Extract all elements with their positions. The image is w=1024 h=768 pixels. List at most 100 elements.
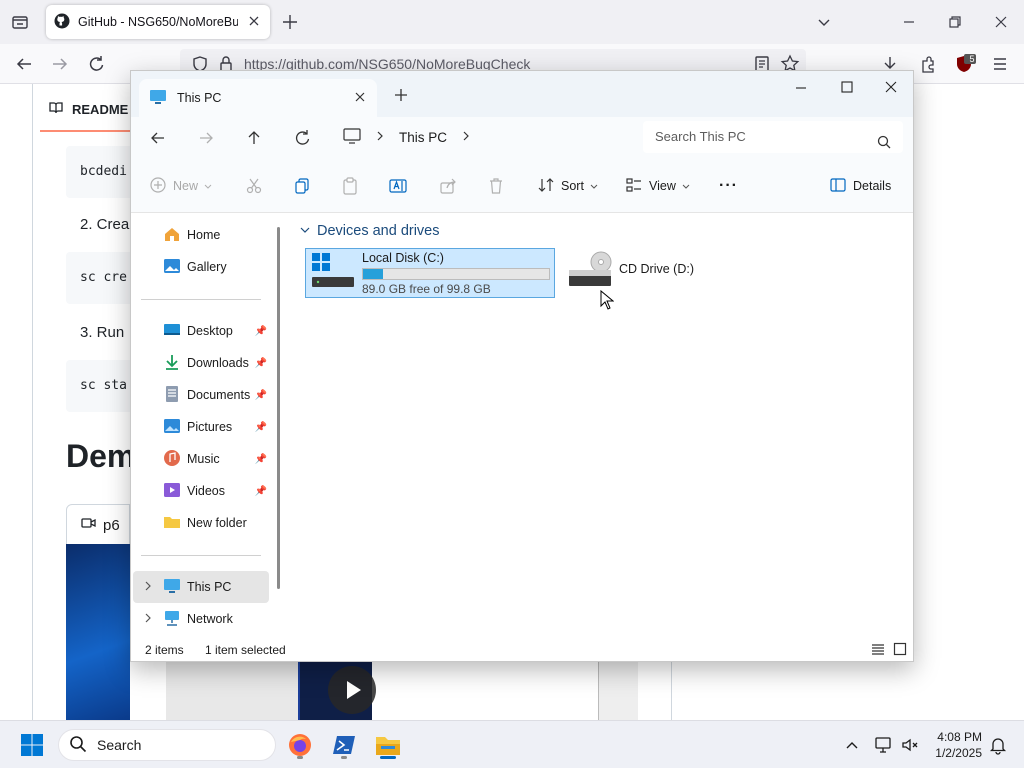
delete-icon[interactable] (487, 172, 505, 200)
forward-arrow-icon[interactable] (191, 123, 221, 153)
forward-arrow-icon[interactable] (46, 50, 74, 78)
search-input[interactable]: Search This PC (643, 121, 903, 153)
new-button[interactable]: New (149, 172, 212, 200)
ublock-icon[interactable]: 5 (950, 50, 978, 78)
explorer-title-bar: This PC (131, 71, 913, 117)
notification-bell-icon[interactable] (988, 735, 1008, 755)
pin-icon[interactable]: 📌 (255, 326, 267, 337)
chevron-up-icon[interactable] (842, 735, 862, 755)
explorer-close-icon[interactable] (871, 73, 911, 103)
play-icon[interactable] (328, 666, 376, 714)
breadcrumb-this-pc[interactable]: This PC (399, 130, 447, 145)
menu-hamburger-icon[interactable] (986, 50, 1014, 78)
chevron-down-icon[interactable] (812, 10, 836, 34)
pin-icon[interactable]: 📌 (255, 390, 267, 401)
powershell-icon[interactable] (328, 729, 360, 761)
back-arrow-icon[interactable] (143, 123, 173, 153)
up-arrow-icon[interactable] (239, 123, 269, 153)
nav-item-downloads[interactable]: Downloads 📌 (133, 347, 269, 379)
group-title: Devices and drives (317, 223, 440, 239)
search-placeholder: Search This PC (655, 129, 746, 144)
windows-start-icon[interactable] (20, 733, 44, 757)
nav-label: Documents (187, 388, 251, 402)
drive-usage-bar (362, 268, 550, 280)
video-preview-panel (166, 662, 298, 720)
add-tab-icon[interactable] (389, 83, 413, 107)
nav-item-network[interactable]: Network (133, 603, 269, 635)
drive-free-space: 89.0 GB free of 99.8 GB (362, 282, 491, 296)
nav-item-documents[interactable]: Documents 📌 (133, 379, 269, 411)
file-explorer-icon[interactable] (372, 729, 404, 761)
nav-item-pictures[interactable]: Pictures 📌 (133, 411, 269, 443)
nav-item-this-pc[interactable]: This PC (133, 571, 269, 603)
details-view-icon[interactable] (871, 642, 885, 659)
video-thumbnail[interactable] (66, 544, 130, 720)
pin-icon[interactable]: 📌 (255, 358, 267, 369)
sort-button[interactable]: Sort (537, 172, 598, 200)
chevron-right-icon[interactable] (461, 130, 471, 145)
tab-list-icon[interactable] (8, 10, 32, 34)
details-label: Details (853, 179, 892, 193)
nav-item-desktop[interactable]: Desktop 📌 (133, 315, 269, 347)
nav-item-new-folder[interactable]: New folder (133, 507, 269, 539)
explorer-tab-this-pc[interactable]: This PC (139, 79, 377, 117)
drive-local-disk-c[interactable]: Local Disk (C:) 89.0 GB free of 99.8 GB (305, 248, 555, 298)
share-icon[interactable] (439, 172, 457, 200)
clock-time: 4:08 PM (937, 730, 982, 744)
music-icon (163, 449, 181, 470)
browser-tab-bar: GitHub - NSG650/NoMoreBugCheck (0, 0, 1024, 44)
search-icon (69, 735, 87, 756)
paste-icon[interactable] (341, 172, 359, 200)
chevron-right-icon[interactable] (143, 580, 153, 595)
browser-restore-icon[interactable] (941, 8, 969, 36)
readme-tab[interactable]: README (48, 100, 128, 119)
chevron-down-icon (590, 179, 598, 193)
monitor-icon (163, 577, 181, 598)
pin-icon[interactable]: 📌 (255, 454, 267, 465)
pictures-icon (163, 417, 181, 438)
video-label: p6 (103, 516, 120, 534)
network-tray-icon[interactable] (874, 735, 894, 755)
nav-scrollbar[interactable] (277, 227, 280, 589)
close-tab-icon[interactable] (353, 90, 367, 107)
chevron-down-icon (682, 179, 690, 193)
firefox-icon[interactable] (284, 729, 316, 761)
copy-icon[interactable] (293, 172, 311, 200)
taskbar-clock[interactable]: 4:08 PM 1/2/2025 (924, 729, 982, 761)
refresh-icon[interactable] (287, 123, 317, 153)
group-header-devices[interactable]: Devices and drives (299, 223, 440, 239)
view-button[interactable]: View (625, 172, 690, 200)
chevron-right-icon[interactable] (143, 612, 153, 627)
nav-item-gallery[interactable]: Gallery (133, 251, 269, 283)
nav-item-videos[interactable]: Videos 📌 (133, 475, 269, 507)
taskbar-search[interactable]: Search (58, 729, 276, 761)
sort-label: Sort (561, 179, 584, 193)
back-arrow-icon[interactable] (10, 50, 38, 78)
browser-tab-github[interactable]: GitHub - NSG650/NoMoreBugCheck (46, 5, 270, 39)
details-button[interactable]: Details (829, 172, 891, 200)
close-tab-icon[interactable] (246, 13, 262, 32)
breadcrumb[interactable]: This PC (331, 121, 633, 153)
volume-muted-icon[interactable] (900, 735, 920, 755)
videos-icon (163, 481, 181, 502)
drive-name: Local Disk (C:) (362, 251, 444, 265)
rename-icon[interactable] (389, 172, 407, 200)
drive-cd-drive-d[interactable]: CD Drive (D:) (563, 248, 723, 298)
browser-minimize-icon[interactable] (895, 8, 923, 36)
extensions-icon[interactable] (914, 50, 942, 78)
reload-icon[interactable] (82, 50, 110, 78)
drive-name: CD Drive (D:) (619, 262, 694, 276)
explorer-minimize-icon[interactable] (781, 73, 821, 103)
chevron-right-icon[interactable] (375, 130, 385, 145)
browser-close-icon[interactable] (987, 8, 1015, 36)
nav-item-home[interactable]: Home (133, 219, 269, 251)
details-pane-icon (829, 176, 847, 197)
tiles-view-icon[interactable] (893, 642, 907, 659)
pin-icon[interactable]: 📌 (255, 422, 267, 433)
more-options-button[interactable]: ··· (719, 172, 738, 200)
pin-icon[interactable]: 📌 (255, 486, 267, 497)
nav-item-music[interactable]: Music 📌 (133, 443, 269, 475)
cut-icon[interactable] (245, 172, 263, 200)
new-tab-icon[interactable] (278, 10, 302, 34)
explorer-maximize-icon[interactable] (827, 73, 867, 103)
